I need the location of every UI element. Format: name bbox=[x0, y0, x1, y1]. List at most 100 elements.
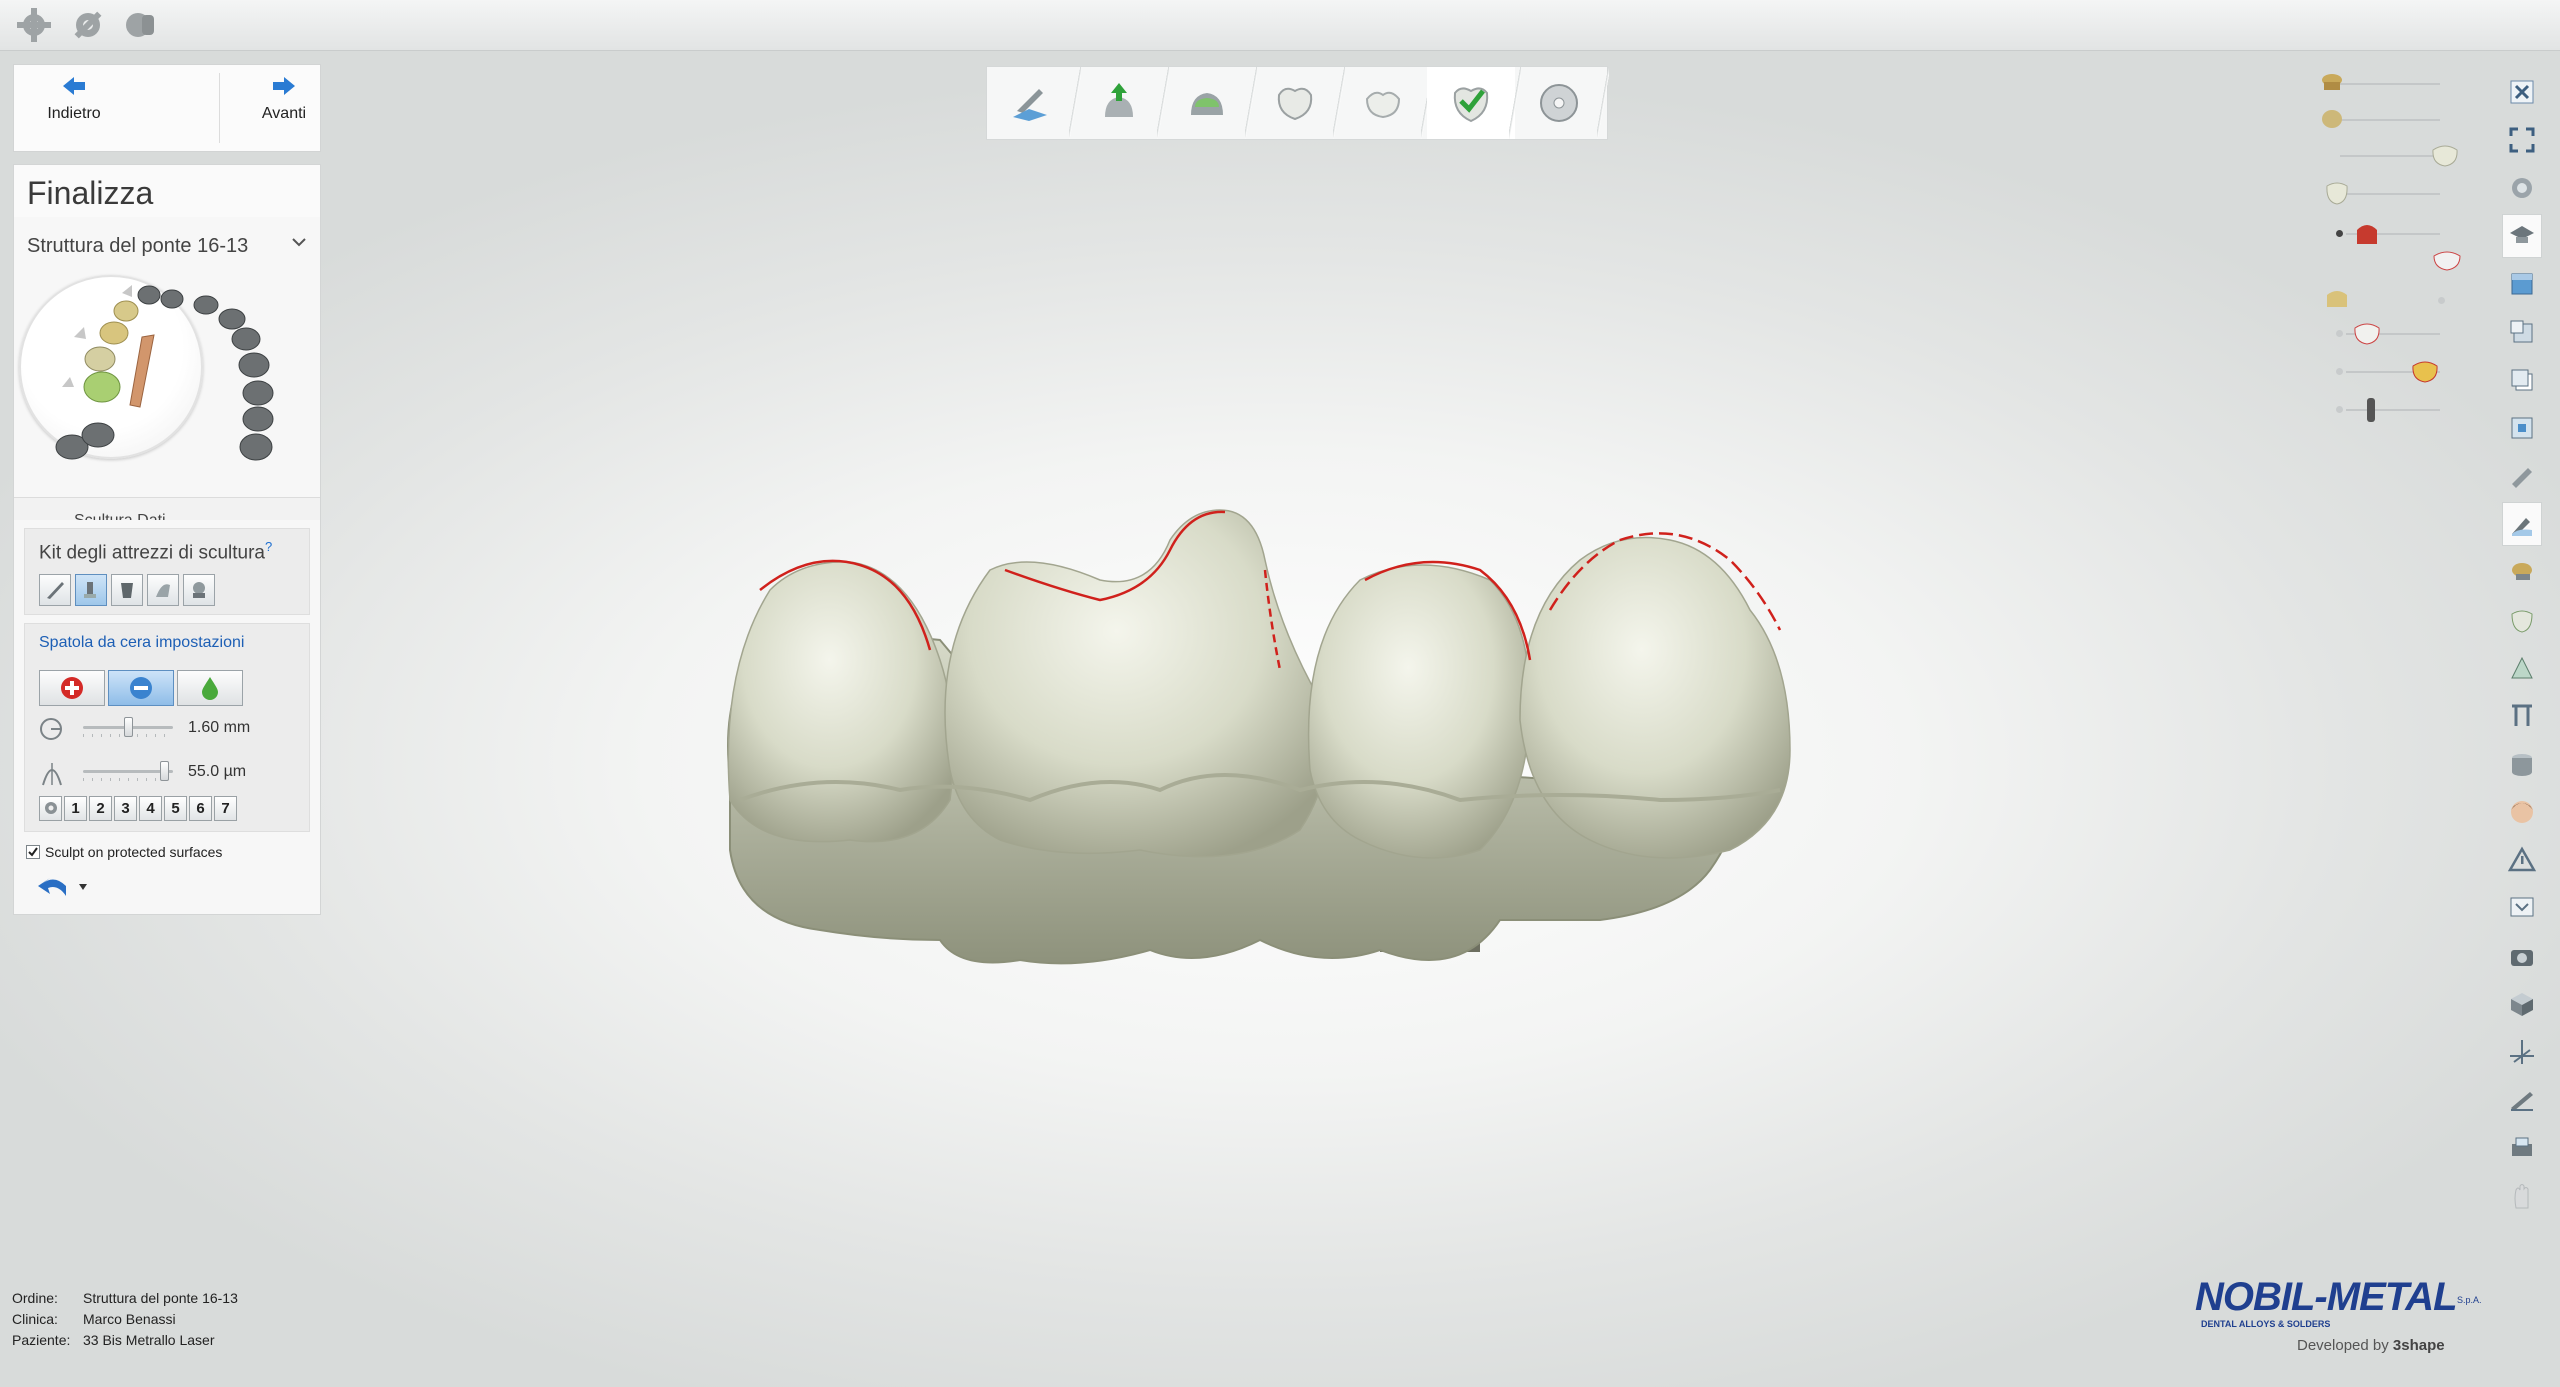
preset-button-6[interactable]: 6 bbox=[189, 796, 212, 822]
close-view-button[interactable] bbox=[2502, 70, 2542, 114]
camera-button[interactable] bbox=[2502, 934, 2542, 978]
sculpt-tool-button[interactable] bbox=[2502, 502, 2542, 546]
step-crown[interactable] bbox=[1339, 67, 1433, 139]
axis-button[interactable] bbox=[2502, 1030, 2542, 1074]
help-icon[interactable]: ? bbox=[265, 539, 272, 554]
warning-icon bbox=[2508, 846, 2536, 872]
preset-button-5[interactable]: 5 bbox=[164, 796, 187, 822]
clinic-value: Marco Benassi bbox=[83, 1311, 176, 1327]
settings-title: Spatola da cera impostazioni bbox=[39, 634, 245, 652]
fullscreen-button[interactable] bbox=[2502, 118, 2542, 162]
step-anatomy[interactable] bbox=[1251, 67, 1345, 139]
step-finalize[interactable] bbox=[1427, 67, 1521, 139]
morph-icon bbox=[156, 584, 170, 598]
hand-button[interactable] bbox=[2502, 1174, 2542, 1218]
structure-dropdown[interactable]: Struttura del ponte 16-13 bbox=[14, 217, 320, 267]
smooth-mode-button[interactable] bbox=[108, 670, 174, 707]
brand-suffix: S.p.A. bbox=[2457, 1295, 2482, 1305]
transparency-row-5[interactable] bbox=[2320, 220, 2461, 271]
tooth-15 bbox=[944, 509, 1328, 858]
sculpt-protected-row[interactable]: Sculpt on protected surfaces bbox=[14, 832, 320, 860]
forward-label: Avanti bbox=[261, 105, 307, 122]
jaw-overview[interactable] bbox=[14, 267, 320, 497]
step-insertion[interactable] bbox=[1075, 67, 1169, 139]
hat-view-button[interactable] bbox=[2502, 214, 2542, 258]
sculpt-protected-checkbox[interactable] bbox=[26, 845, 40, 860]
drop-mode-button[interactable] bbox=[177, 670, 243, 707]
tooth-tool-icon bbox=[2512, 563, 2532, 580]
step-cement-gap[interactable] bbox=[1163, 67, 1257, 139]
developed-by: Developed by 3shape bbox=[2297, 1337, 2445, 1354]
transparency-row-8[interactable] bbox=[2320, 358, 2460, 384]
warning-button[interactable] bbox=[2502, 838, 2542, 882]
add-remove-icon bbox=[121, 583, 133, 599]
crown-shell-icon bbox=[2354, 323, 2380, 345]
add-mode-button[interactable] bbox=[39, 670, 105, 707]
wax-knife-tool[interactable] bbox=[39, 574, 71, 607]
cylinder-button[interactable] bbox=[2502, 742, 2542, 786]
undo-icon[interactable] bbox=[36, 874, 70, 900]
view-front-button[interactable] bbox=[2502, 262, 2542, 306]
transparency-row-7[interactable] bbox=[2320, 320, 2460, 346]
transparency-row-9[interactable] bbox=[2320, 396, 2460, 422]
implant-icon bbox=[2367, 398, 2375, 422]
back-button[interactable]: Indietro bbox=[29, 75, 119, 123]
transparency-row-4[interactable] bbox=[2320, 180, 2460, 206]
transparency-row-2[interactable] bbox=[2320, 106, 2460, 132]
measure-button[interactable] bbox=[2502, 454, 2542, 498]
view-side-button[interactable] bbox=[2502, 310, 2542, 354]
print-button[interactable] bbox=[2502, 1126, 2542, 1170]
undo-dropdown-icon[interactable] bbox=[78, 883, 88, 891]
back-label: Indietro bbox=[47, 105, 101, 122]
anatomy-tool[interactable] bbox=[183, 574, 215, 607]
settings-icon[interactable] bbox=[68, 5, 108, 45]
preset-button-2[interactable]: 2 bbox=[89, 796, 112, 822]
tooth-tool-button[interactable] bbox=[2502, 550, 2542, 594]
view-box-button[interactable] bbox=[2502, 406, 2542, 450]
step-margin[interactable] bbox=[987, 67, 1081, 139]
sculpt-section-header[interactable]: Scultura Dati... bbox=[14, 497, 320, 520]
preset-settings-button[interactable] bbox=[39, 796, 62, 822]
transparency-row-3[interactable] bbox=[2320, 142, 2460, 168]
preset-button-7[interactable]: 7 bbox=[214, 796, 237, 822]
cube-button[interactable] bbox=[2502, 982, 2542, 1026]
transparency-row-6[interactable] bbox=[2320, 285, 2460, 311]
preset-button-3[interactable]: 3 bbox=[114, 796, 137, 822]
preset-button-1[interactable]: 1 bbox=[64, 796, 87, 822]
strength-slider-thumb[interactable] bbox=[159, 761, 169, 782]
face-button[interactable] bbox=[2502, 790, 2542, 834]
rotate-view-button[interactable] bbox=[2502, 166, 2542, 210]
tooth-16 bbox=[727, 561, 955, 843]
forward-button[interactable]: Avanti bbox=[239, 75, 329, 123]
mode-buttons bbox=[39, 670, 309, 707]
transparency-row-1[interactable] bbox=[2320, 70, 2460, 96]
arrow-right-icon bbox=[273, 77, 295, 95]
tools-icon[interactable] bbox=[120, 5, 160, 45]
step-save[interactable] bbox=[1515, 67, 1609, 139]
step-finalize-icon bbox=[1453, 87, 1489, 123]
crown-tool-button[interactable] bbox=[2502, 646, 2542, 690]
smooth-icon bbox=[130, 677, 152, 700]
tooth-chart-icon bbox=[55, 285, 274, 461]
screen-button[interactable] bbox=[2502, 886, 2542, 930]
preset-button-4[interactable]: 4 bbox=[139, 796, 162, 822]
close-icon bbox=[2510, 80, 2534, 104]
gear-icon bbox=[44, 802, 57, 815]
bridge-3d-model[interactable] bbox=[700, 470, 1840, 990]
section-button[interactable] bbox=[2502, 694, 2542, 738]
ruler-icon bbox=[2511, 1092, 2533, 1111]
tooth-13 bbox=[1519, 536, 1791, 859]
patient-label: Paziente: bbox=[12, 1332, 71, 1348]
view-copy-button[interactable] bbox=[2502, 358, 2542, 402]
add-remove-tool[interactable] bbox=[111, 574, 143, 607]
developer-name: 3shape bbox=[2392, 1337, 2445, 1354]
tooth-cup-button[interactable] bbox=[2502, 598, 2542, 642]
case-info: Ordine: Struttura del ponte 16-13 Clinic… bbox=[12, 1290, 238, 1353]
view-box-icon bbox=[2511, 417, 2533, 439]
radius-slider-thumb[interactable] bbox=[123, 717, 133, 738]
gear-icon[interactable] bbox=[14, 5, 54, 45]
ruler-button[interactable] bbox=[2502, 1078, 2542, 1122]
smooth-tool[interactable] bbox=[75, 574, 107, 607]
morph-tool[interactable] bbox=[147, 574, 179, 607]
cylinder-icon bbox=[2512, 754, 2532, 776]
